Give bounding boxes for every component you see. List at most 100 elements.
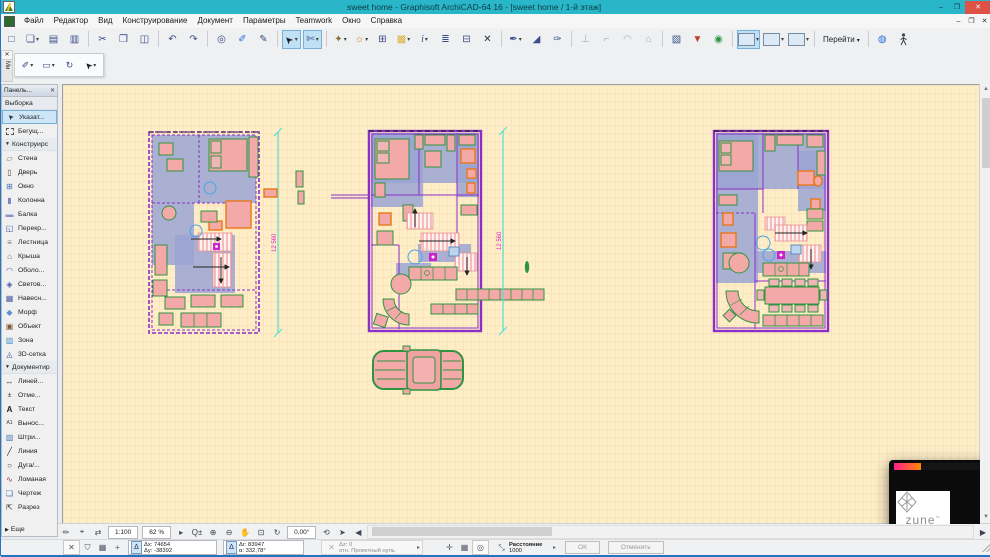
menu-design[interactable]: Конструирование [118, 14, 193, 28]
magic-wand-button[interactable]: ✦ [331, 30, 350, 49]
3d-view-button[interactable]: ▧ [667, 30, 686, 49]
tool-item-section[interactable]: Разрез [2, 500, 57, 514]
toolbox-header[interactable]: Панель... ✕ [2, 85, 57, 97]
fit-in-window-button[interactable]: ⊡ [254, 526, 268, 539]
vertical-scrollbar[interactable]: ▲ ▼ [979, 84, 990, 523]
pan-button[interactable]: ✋ [238, 526, 252, 539]
distance-expand-icon[interactable]: ▸ [553, 544, 556, 551]
palette-close-icon[interactable]: ✕ [2, 51, 12, 60]
tool-item-column[interactable]: Колонна [2, 193, 57, 207]
floor-plan-2[interactable] [331, 129, 545, 333]
marker-line-button[interactable]: ✐ [18, 56, 37, 75]
tool-item-mesh[interactable]: 3D-сетка [2, 347, 57, 361]
view-preset-button-1[interactable] [737, 29, 761, 49]
zune-player[interactable]: zune™ 1:14 -4:26 Arthur Kazarian - Live … [889, 460, 980, 524]
tool-item-morph[interactable]: Морф [2, 305, 57, 319]
layouts-button[interactable]: ⊟ [457, 30, 476, 49]
floor-plan-3[interactable] [712, 129, 830, 333]
inject-parameters-button[interactable]: ✎ [254, 30, 273, 49]
delete-button[interactable]: ✕ [478, 30, 497, 49]
cut-button[interactable]: ✂ [93, 30, 112, 49]
orbit-button[interactable]: ↻ [60, 56, 79, 75]
restore-button[interactable]: ❐ [949, 1, 965, 14]
tool-item-text[interactable]: Текст [2, 402, 57, 416]
home-story-button[interactable]: ⌂ [639, 30, 658, 49]
undo-button[interactable]: ↶ [163, 30, 182, 49]
cancel-button[interactable]: Отменить [607, 541, 664, 554]
tool-item-beam[interactable]: Балка [2, 207, 57, 221]
menu-document[interactable]: Документ [192, 14, 238, 28]
view-preset-button-3[interactable] [787, 30, 810, 49]
tool-item-wall[interactable]: Стена [2, 151, 57, 165]
tool-item-drawing[interactable]: Чертеж [2, 486, 57, 500]
toolbox-close-icon[interactable]: ✕ [50, 87, 55, 94]
close-button[interactable]: ✕ [965, 0, 990, 14]
tracker-polar[interactable]: Δ Δr: 83947 α: 332,78° [223, 540, 304, 555]
target-button[interactable]: ◉ [709, 30, 728, 49]
cancel-input-button[interactable]: ✕ [63, 540, 80, 555]
dimension-line-2[interactable]: 12 560 [497, 126, 508, 336]
tool-item-curtain-wall[interactable]: Навесн... [2, 291, 57, 305]
tool-item-polyline[interactable]: Ломаная [2, 472, 57, 486]
scroll-left-icon[interactable]: ◀ [351, 526, 365, 539]
tool-item-label[interactable]: Вынос... [2, 416, 57, 430]
arrow-tool-button[interactable]: ➤ [282, 29, 301, 49]
menu-file[interactable]: Файл [19, 14, 49, 28]
rectangle-method-button[interactable]: ▭ [39, 56, 58, 75]
toolbox-more[interactable]: ▶ Еще [2, 523, 57, 536]
rotate-view-button[interactable]: ↻ [270, 526, 284, 539]
tool-item-stair[interactable]: Лестница [2, 235, 57, 249]
marker-button[interactable]: ⊥ [576, 30, 595, 49]
tracker-z[interactable]: ✕ Δz: 0 отн. Проектный нуль ▸ [321, 540, 424, 555]
tool-item-marquee[interactable]: Бегущ... [2, 124, 57, 138]
fillet-corner-button[interactable]: ⌐ [597, 30, 616, 49]
zoom-in-button[interactable]: ⊕ [206, 526, 220, 539]
zoom-button[interactable]: Q± [190, 526, 204, 539]
scroll-down-icon[interactable]: ▼ [980, 512, 990, 523]
copy-button[interactable]: ❐ [114, 30, 133, 49]
cursor-button[interactable]: ➤ [81, 56, 100, 75]
scroll-right-icon[interactable]: ▶ [976, 526, 990, 539]
snap-elements-button[interactable]: ▦ [457, 541, 472, 554]
expand-icon[interactable]: ▸ [174, 526, 188, 539]
minimize-button[interactable]: – [933, 1, 949, 14]
menu-edit[interactable]: Редактор [49, 14, 93, 28]
menu-help[interactable]: Справка [366, 14, 407, 28]
navigator-preview-button[interactable]: ⌖ [75, 526, 89, 539]
save-button[interactable]: ▤ [44, 30, 63, 49]
print-button[interactable]: ▥ [65, 30, 84, 49]
car-drawing[interactable] [372, 345, 464, 395]
tool-item-line[interactable]: Линия [2, 444, 57, 458]
plant-symbol[interactable] [524, 261, 530, 273]
menu-options[interactable]: Параметры [238, 14, 291, 28]
tool-item-window[interactable]: Окно [2, 179, 57, 193]
distance-input[interactable]: ⤡ Расстояние 1000 ▸ [492, 541, 558, 554]
look-to-button[interactable]: ➤ [335, 526, 349, 539]
tracker-xy[interactable]: Δ Δx: 74654 Δy: -38392 [128, 540, 217, 555]
grid-snap-button[interactable]: ⊞ [373, 30, 392, 49]
pen-set-button[interactable]: ✒ [506, 30, 525, 49]
tool-item-object[interactable]: Объект [2, 319, 57, 333]
scroll-up-icon[interactable]: ▲ [980, 84, 990, 95]
redo-button[interactable]: ↷ [184, 30, 203, 49]
menu-window[interactable]: Окно [337, 14, 366, 28]
progress-bar[interactable] [894, 463, 980, 470]
arc-segment-button[interactable]: ◠ [618, 30, 637, 49]
tool-item-arrow[interactable]: Указат... [2, 110, 57, 124]
find-select-button[interactable]: ◎ [212, 30, 231, 49]
ok-button[interactable]: ОК [565, 541, 600, 554]
tool-item-skylight[interactable]: Светов... [2, 277, 57, 291]
snap-point-button[interactable]: + [110, 541, 125, 554]
pickup-parameters-button[interactable]: ✐ [233, 30, 252, 49]
snap-magnet-button[interactable]: ◎ [472, 540, 490, 555]
vertical-scroll-thumb[interactable] [982, 98, 990, 168]
resize-grip[interactable] [982, 544, 990, 552]
view-preset-button-2[interactable] [762, 30, 785, 49]
paste-button[interactable]: ◫ [135, 30, 154, 49]
section-design[interactable]: ▼ Конструирс [2, 138, 57, 151]
dimension-line-1[interactable]: 12 560 [272, 127, 283, 338]
tool-item-level-dimension[interactable]: Отме... [2, 388, 57, 402]
tool-item-zone[interactable]: Зона [2, 333, 57, 347]
trim-tool-button[interactable]: ✄ [303, 29, 322, 49]
mdi-minimize-button[interactable]: – [952, 15, 965, 28]
